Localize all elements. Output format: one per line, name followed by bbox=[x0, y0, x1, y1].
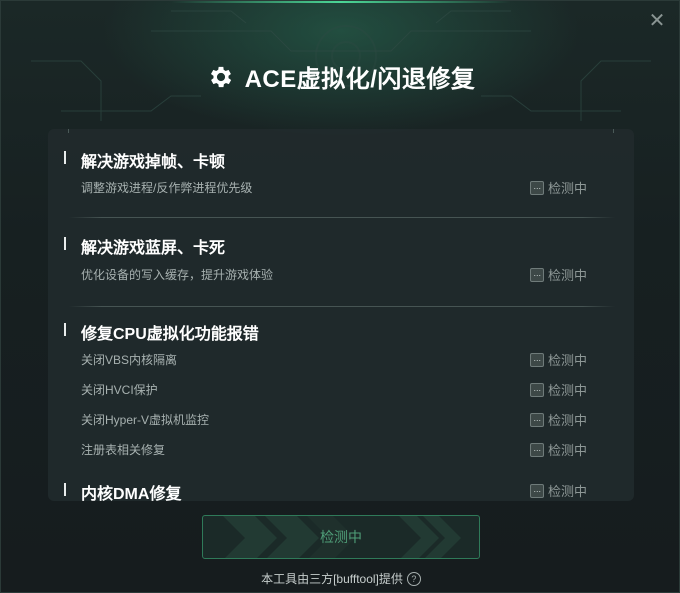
more-dots-icon: ··· bbox=[529, 180, 544, 195]
repair-window: ✕ ACE虚拟化/闪退修复 解决游戏掉帧、卡顿 调整游戏进程/反作弊进程优先级 … bbox=[0, 0, 680, 593]
more-dots-icon: ··· bbox=[529, 267, 544, 282]
section-marker bbox=[64, 237, 66, 250]
status-text: 检测中 bbox=[547, 413, 587, 428]
repair-items-panel: 解决游戏掉帧、卡顿 调整游戏进程/反作弊进程优先级 ··· 检测中 解决游戏蓝屏… bbox=[48, 129, 634, 503]
footer: 本工具由三方[bufftool]提供 ? bbox=[1, 570, 680, 587]
status-text: 检测中 bbox=[547, 181, 587, 196]
help-icon[interactable]: ? bbox=[406, 571, 421, 586]
item-status: ··· 检测中 bbox=[529, 178, 587, 197]
status-text: 检测中 bbox=[547, 484, 587, 499]
close-button[interactable]: ✕ bbox=[647, 11, 667, 31]
section-title: 解决游戏掉帧、卡顿 bbox=[81, 154, 226, 171]
section-marker bbox=[64, 323, 66, 336]
section-divider bbox=[69, 217, 615, 218]
item-status: ··· 检测中 bbox=[529, 410, 587, 429]
item-label: 关闭Hyper-V虚拟机监控 bbox=[81, 413, 210, 427]
item-label: 关闭VBS内核隔离 bbox=[81, 353, 178, 367]
item-label: 调整游戏进程/反作弊进程优先级 bbox=[81, 181, 253, 195]
corner-tick bbox=[68, 129, 69, 133]
item-label: 关闭HVCI保护 bbox=[81, 383, 158, 397]
more-dots-icon: ··· bbox=[529, 352, 544, 367]
item-label: 注册表相关修复 bbox=[81, 443, 166, 457]
item-status: ··· 检测中 bbox=[529, 380, 587, 399]
item-status: ··· 检测中 bbox=[529, 440, 587, 459]
item-status: ··· 检测中 bbox=[529, 265, 587, 284]
section-title: 内核DMA修复 bbox=[81, 486, 182, 503]
detect-button[interactable]: 检测中 bbox=[202, 515, 480, 559]
item-status: ··· 检测中 bbox=[529, 481, 587, 500]
section-marker bbox=[64, 151, 66, 164]
title-row: ACE虚拟化/闪退修复 bbox=[1, 59, 680, 94]
section-marker bbox=[64, 483, 66, 496]
section-title: 修复CPU虚拟化功能报错 bbox=[81, 326, 259, 343]
status-text: 检测中 bbox=[547, 383, 587, 398]
gear-icon bbox=[210, 66, 231, 87]
close-icon: ✕ bbox=[648, 10, 666, 32]
detect-button-label: 检测中 bbox=[320, 529, 362, 545]
window-title: ACE虚拟化/闪退修复 bbox=[244, 66, 476, 93]
item-status: ··· 检测中 bbox=[529, 350, 587, 369]
more-dots-icon: ··· bbox=[529, 382, 544, 397]
more-dots-icon: ··· bbox=[529, 412, 544, 427]
status-text: 检测中 bbox=[547, 353, 587, 368]
status-text: 检测中 bbox=[547, 268, 587, 283]
status-text: 检测中 bbox=[547, 443, 587, 458]
footer-text: 本工具由三方[bufftool]提供 bbox=[261, 572, 403, 586]
section-divider bbox=[69, 306, 615, 307]
item-label: 优化设备的写入缓存，提升游戏体验 bbox=[81, 268, 274, 282]
section-title: 解决游戏蓝屏、卡死 bbox=[81, 240, 226, 257]
more-dots-icon: ··· bbox=[529, 442, 544, 457]
corner-tick bbox=[613, 129, 614, 133]
more-dots-icon: ··· bbox=[529, 483, 544, 498]
